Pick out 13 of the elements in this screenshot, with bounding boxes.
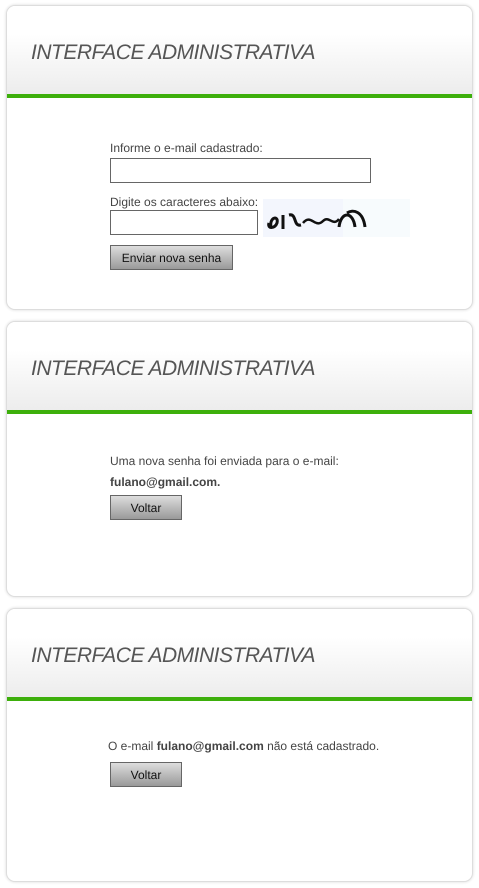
email-text: fulano@gmail.com.: [110, 475, 222, 489]
captcha-field[interactable]: [110, 210, 258, 235]
panel-title: INTERFACE ADMINISTRATIVA: [31, 356, 315, 382]
message-text: Uma nova senha foi enviada para o e-mail:: [110, 454, 340, 468]
field-label: Informe o e-mail cadastrado:: [110, 141, 264, 155]
panel-title: INTERFACE ADMINISTRATIVA: [31, 643, 315, 670]
panel-title: INTERFACE ADMINISTRATIVA: [31, 40, 315, 66]
message-text: O e-mail fulano@gmail.com não está cadastrado.: [108, 739, 380, 753]
back-button[interactable]: Voltar: [110, 495, 182, 520]
email-field[interactable]: [110, 158, 371, 183]
back-button[interactable]: Voltar: [110, 762, 182, 787]
field-label: Digite os caracteres abaixo:: [110, 195, 260, 209]
submit-button[interactable]: Enviar nova senha: [110, 245, 233, 270]
